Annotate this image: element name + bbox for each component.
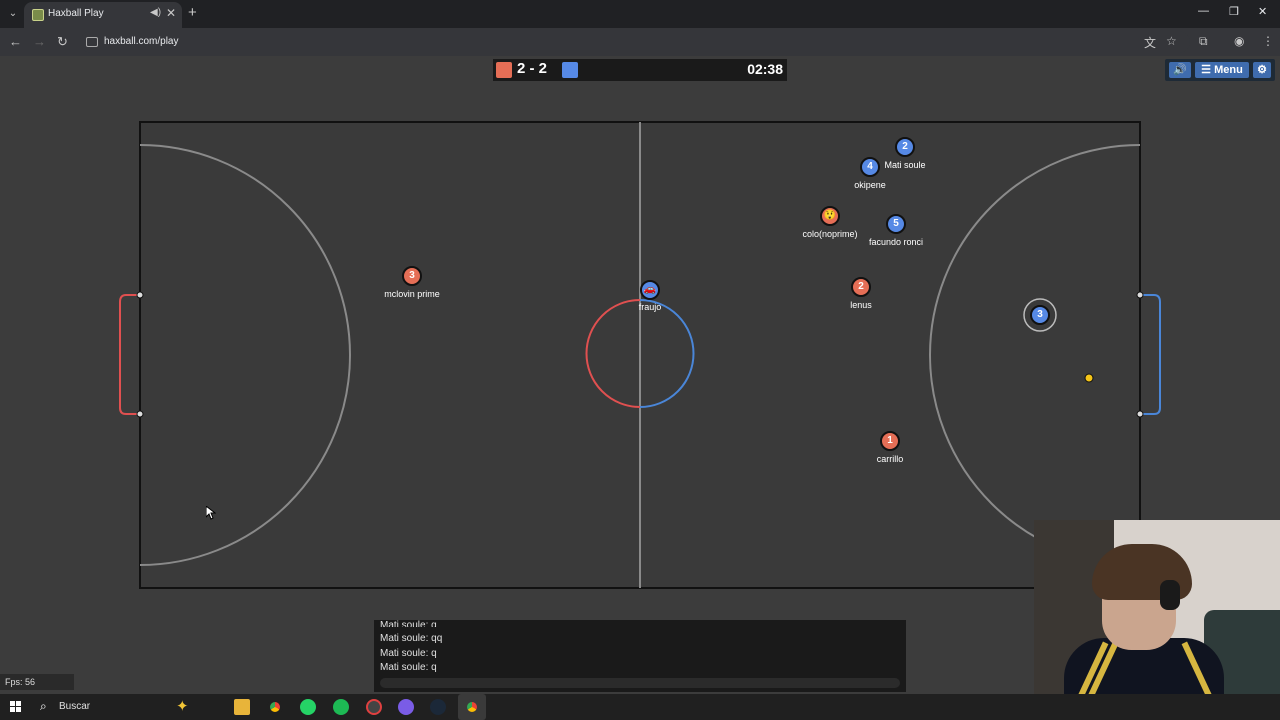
profile-icon[interactable]: ◉ (1234, 34, 1244, 48)
player-disc-self: 3 (1030, 305, 1050, 325)
file-explorer-icon[interactable] (234, 699, 250, 715)
ball (1084, 373, 1094, 383)
haxball-favicon-icon (32, 9, 44, 21)
right-top-post (1136, 291, 1144, 299)
steam-icon[interactable] (430, 699, 446, 715)
discord-icon[interactable] (398, 699, 414, 715)
more-menu-icon[interactable]: ⋮ (1262, 34, 1274, 48)
player-name: okipene (854, 180, 886, 190)
chat-message: Mati soule: q (380, 662, 437, 673)
fps-counter: Fps: 56 (0, 674, 74, 690)
reload-icon[interactable]: ↻ (57, 34, 68, 50)
tab-close-icon[interactable]: ✕ (166, 6, 176, 20)
player-disc: 5 (886, 214, 906, 234)
player-disc: 2 (851, 277, 871, 297)
address-bar[interactable]: haxball.com/play (80, 31, 1190, 53)
tab-title: Haxball Play (48, 8, 104, 19)
player-name: fraujo (638, 302, 662, 312)
blue-goal (1140, 294, 1161, 415)
player-name: carrillo (876, 454, 904, 464)
tab-bar: ⌄ Haxball Play ◀) ✕ + — ❐ ✕ (0, 0, 1280, 28)
translate-icon[interactable]: 文 (1144, 34, 1156, 51)
browser-tab[interactable]: Haxball Play ◀) ✕ (24, 2, 182, 28)
player-disc: 4 (860, 157, 880, 177)
mouse-cursor-icon (206, 506, 216, 520)
player-disc: 🚗 (640, 280, 660, 300)
windows-taskbar: ⌕ Buscar ✦ (0, 694, 1280, 720)
obs-icon[interactable] (366, 699, 382, 715)
red-goal (119, 294, 140, 415)
player-name: mclovin prime (384, 289, 440, 299)
player-disc: 😲 (820, 206, 840, 226)
webcam-overlay (1034, 520, 1280, 694)
back-icon[interactable]: ← (9, 34, 22, 49)
chrome-active-icon[interactable] (464, 699, 480, 715)
tab-audio-icon[interactable]: ◀) (150, 7, 161, 18)
extensions-icon[interactable]: ⧉ (1199, 34, 1208, 49)
forward-icon[interactable]: → (33, 34, 46, 49)
chat-message: Mati soule: q (380, 648, 437, 659)
chat-panel: Mati soule: q Mati soule: qq Mati soule:… (374, 620, 906, 692)
chat-message: Mati soule: q (380, 620, 437, 627)
right-bottom-post (1136, 410, 1144, 418)
restore-icon[interactable]: ❐ (1229, 5, 1239, 18)
windows-start-icon[interactable] (10, 701, 22, 713)
left-top-post (136, 291, 144, 299)
player-name: Mati soule (884, 160, 926, 170)
window-close-icon[interactable]: ✕ (1258, 5, 1267, 18)
chrome-icon[interactable] (267, 699, 283, 715)
player-disc: 3 (402, 266, 422, 286)
minimize-icon[interactable]: — (1198, 5, 1209, 17)
taskbar-search-box[interactable]: Buscar (59, 701, 90, 712)
copilot-sparkle-icon[interactable]: ✦ (176, 697, 189, 715)
whatsapp-icon[interactable] (300, 699, 316, 715)
player-name: colo(noprime) (802, 229, 858, 239)
browser-toolbar: ← → ↻ haxball.com/play 文 ☆ ⧉ ◉ ⋮ (0, 28, 1280, 56)
spotify-icon[interactable] (333, 699, 349, 715)
new-tab-icon[interactable]: + (188, 4, 197, 21)
tab-search-chevron-icon[interactable]: ⌄ (4, 5, 22, 23)
bookmark-star-icon[interactable]: ☆ (1166, 34, 1177, 48)
chat-input[interactable] (380, 678, 900, 688)
left-bottom-post (136, 410, 144, 418)
url-text: haxball.com/play (104, 36, 179, 47)
site-info-icon[interactable] (86, 37, 98, 47)
player-name: facundo ronci (868, 237, 924, 247)
search-icon[interactable]: ⌕ (40, 699, 47, 714)
player-name: lenus (850, 300, 872, 310)
player-disc: 1 (880, 431, 900, 451)
chat-message: Mati soule: qq (380, 633, 443, 644)
player-disc: 2 (895, 137, 915, 157)
